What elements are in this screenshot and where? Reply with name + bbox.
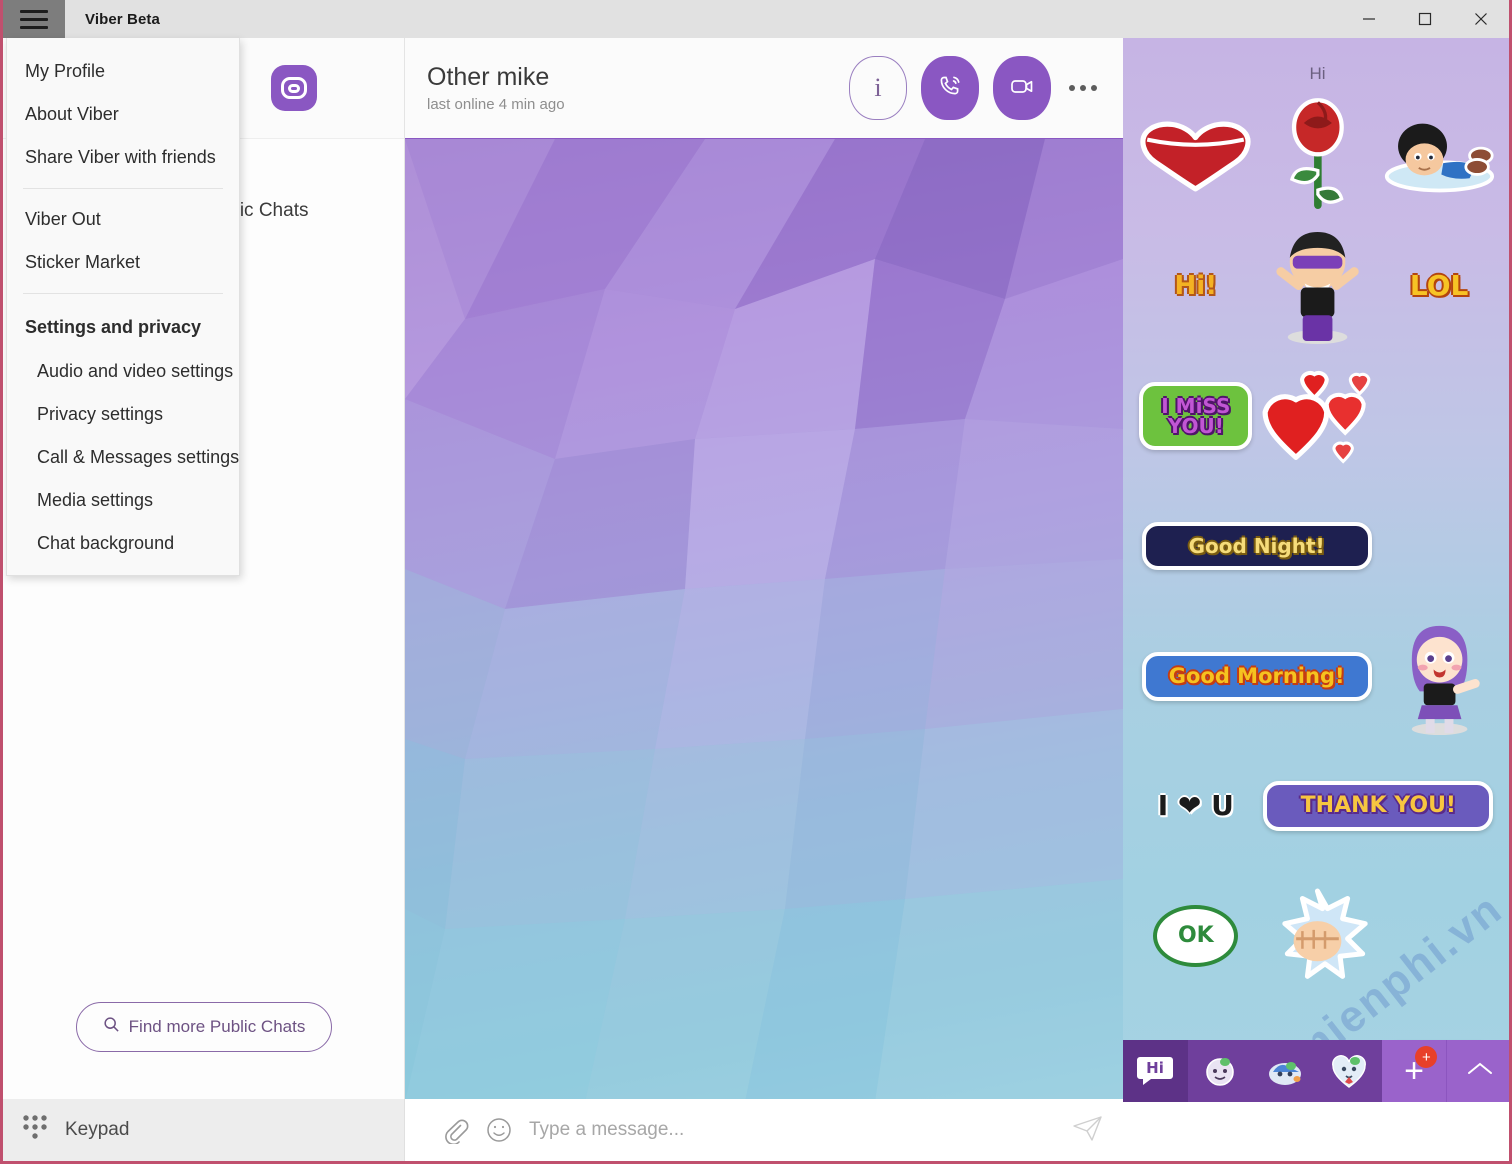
thank-you-sticker-label: THANK YOU! <box>1263 781 1494 831</box>
menu-item-share-viber-with-friends[interactable]: Share Viber with friends <box>7 136 239 179</box>
thank-you-sticker[interactable]: THANK YOU! <box>1259 744 1498 868</box>
chat-contact-name: Other mike <box>427 63 550 91</box>
dot <box>1080 85 1086 91</box>
sticker-grid: Hi! LOL I MiSS YOU! Good Night! Good Morning… <box>1123 84 1509 1102</box>
more-options-icon[interactable] <box>1065 85 1105 91</box>
window-controls <box>1341 0 1509 38</box>
menu-separator <box>23 188 223 189</box>
info-icon: i <box>874 73 882 102</box>
i-love-u-sticker-label: I ❤ U <box>1157 789 1234 822</box>
menu-section-settings-and-privacy: Settings and privacy <box>25 317 202 337</box>
paperclip-icon[interactable] <box>441 1116 469 1144</box>
dial-pad-icon <box>21 1113 49 1148</box>
menu-item-privacy-settings[interactable]: Privacy settings <box>7 393 239 436</box>
chat-title-block: Other mike last online 4 min ago <box>427 63 565 113</box>
info-button[interactable]: i <box>849 56 907 120</box>
red-rose-sticker[interactable] <box>1259 94 1377 218</box>
new-packs-badge: + <box>1415 1046 1438 1068</box>
video-call-button[interactable] <box>993 56 1051 120</box>
good-night-sticker-label: Good Night! <box>1141 522 1372 570</box>
audio-call-button[interactable] <box>921 56 979 120</box>
find-more-public-chats-label: Find more Public Chats <box>128 1017 306 1036</box>
hi-bubble-icon: Hi <box>1137 1057 1174 1085</box>
hearts-sticker[interactable] <box>1259 354 1377 478</box>
logo-ring-outer <box>281 77 307 99</box>
chat-actions: i <box>849 56 1105 120</box>
find-more-public-chats-button[interactable]: Find more Public Chats <box>75 1002 333 1052</box>
dot <box>1069 85 1075 91</box>
fist-bump-sticker[interactable] <box>1259 874 1377 998</box>
message-input[interactable] <box>529 1119 1055 1141</box>
app-title: Viber Beta <box>85 10 160 28</box>
hamburger-bar <box>20 9 48 13</box>
ok-sticker-label: OK <box>1153 905 1239 967</box>
bottom-bar: Keypad <box>3 1099 1509 1161</box>
waving-girl-sticker[interactable] <box>1380 614 1498 738</box>
ok-sticker[interactable]: OK <box>1137 874 1255 998</box>
keypad-button[interactable]: Keypad <box>3 1099 405 1161</box>
good-night-sticker[interactable]: Good Night! <box>1137 484 1376 608</box>
menu-item-sticker-market[interactable]: Sticker Market <box>7 241 239 284</box>
good-morning-sticker[interactable]: Good Morning! <box>1137 614 1376 738</box>
add-sticker-pack-button[interactable]: + + <box>1381 1040 1447 1102</box>
menu-item-my-profile[interactable]: My Profile <box>7 50 239 93</box>
maximize-button[interactable] <box>1397 0 1453 38</box>
dot <box>1091 85 1097 91</box>
chat-wallpaper <box>405 139 1123 1102</box>
kiss-lips-sticker[interactable] <box>1137 94 1255 218</box>
sticker-tab-pack-2[interactable] <box>1188 1040 1253 1102</box>
find-more-wrap: Find more Public Chats <box>3 1002 405 1052</box>
phone-call-icon <box>935 71 965 106</box>
i-miss-you-sticker-label: I MiSS YOU! <box>1139 382 1253 450</box>
menu-item-media-settings[interactable]: Media settings <box>7 479 239 522</box>
i-love-u-sticker[interactable]: I ❤ U <box>1137 744 1255 868</box>
keypad-label: Keypad <box>65 1119 130 1140</box>
chat-panel: Other mike last online 4 min ago i <box>405 38 1123 1102</box>
sticker-toolbar: Hi + + <box>1123 1040 1509 1102</box>
message-compose-area <box>405 1099 1123 1161</box>
logo-ring-inner <box>288 83 300 93</box>
hamburger-menu-button[interactable] <box>3 0 65 38</box>
sticker-pack-4-icon <box>1332 1055 1367 1088</box>
menu-item-chat-background[interactable]: Chat background <box>7 522 239 565</box>
video-camera-icon <box>1006 70 1038 107</box>
low-poly-pattern <box>405 139 1123 1102</box>
smiley-icon[interactable] <box>485 1116 513 1144</box>
menu-item-viber-out[interactable]: Viber Out <box>7 198 239 241</box>
hi-text-sticker-label: Hi! <box>1174 271 1218 301</box>
menu-item-about-viber[interactable]: About Viber <box>7 93 239 136</box>
sad-boy-sticker[interactable] <box>1380 94 1498 218</box>
sticker-tab-pack-4[interactable] <box>1317 1040 1382 1102</box>
hamburger-bar <box>20 25 48 29</box>
chevron-up-icon <box>1465 1060 1495 1083</box>
lol-sticker-label: LOL <box>1409 269 1469 302</box>
menu-item-audio-and-video-settings[interactable]: Audio and video settings <box>7 350 239 393</box>
close-button[interactable] <box>1453 0 1509 38</box>
cool-guy-sticker[interactable] <box>1259 224 1377 348</box>
svg-text:Hi: Hi <box>1146 1059 1164 1077</box>
sticker-tab-hi[interactable]: Hi <box>1123 1040 1188 1102</box>
sticker-pack-3-icon <box>1268 1062 1301 1085</box>
viber-public-chat-logo <box>271 65 317 111</box>
main-menu-dropdown: My Profile About Viber Share Viber with fr… <box>6 38 240 576</box>
lol-sticker[interactable]: LOL <box>1380 224 1498 348</box>
send-button[interactable] <box>1071 1113 1105 1148</box>
chat-contact-status: last online 4 min ago <box>427 96 565 113</box>
hamburger-bar <box>20 17 48 21</box>
sticker-tab-pack-3[interactable] <box>1252 1040 1317 1102</box>
search-icon <box>103 1016 120 1038</box>
title-bar: Viber Beta <box>3 0 1509 38</box>
minimize-button[interactable] <box>1341 0 1397 38</box>
good-morning-sticker-label: Good Morning! <box>1141 651 1372 701</box>
collapse-sticker-panel-button[interactable] <box>1446 1040 1509 1102</box>
menu-item-call-messages-settings[interactable]: Call & Messages settings <box>7 436 239 479</box>
i-miss-you-sticker[interactable]: I MiSS YOU! <box>1137 354 1255 478</box>
chat-header: Other mike last online 4 min ago i <box>405 38 1123 139</box>
viber-window: Viber Beta Chats Find more Public Chats … <box>0 0 1512 1164</box>
menu-separator <box>23 293 223 294</box>
sticker-panel: Hi Hi! LOL I MiSS YOU! Good Night! Good Morn… <box>1123 38 1509 1102</box>
sticker-pack-title: Hi <box>1309 64 1326 83</box>
sticker-pack-2-icon <box>1206 1058 1234 1086</box>
hi-text-sticker[interactable]: Hi! <box>1137 224 1255 348</box>
